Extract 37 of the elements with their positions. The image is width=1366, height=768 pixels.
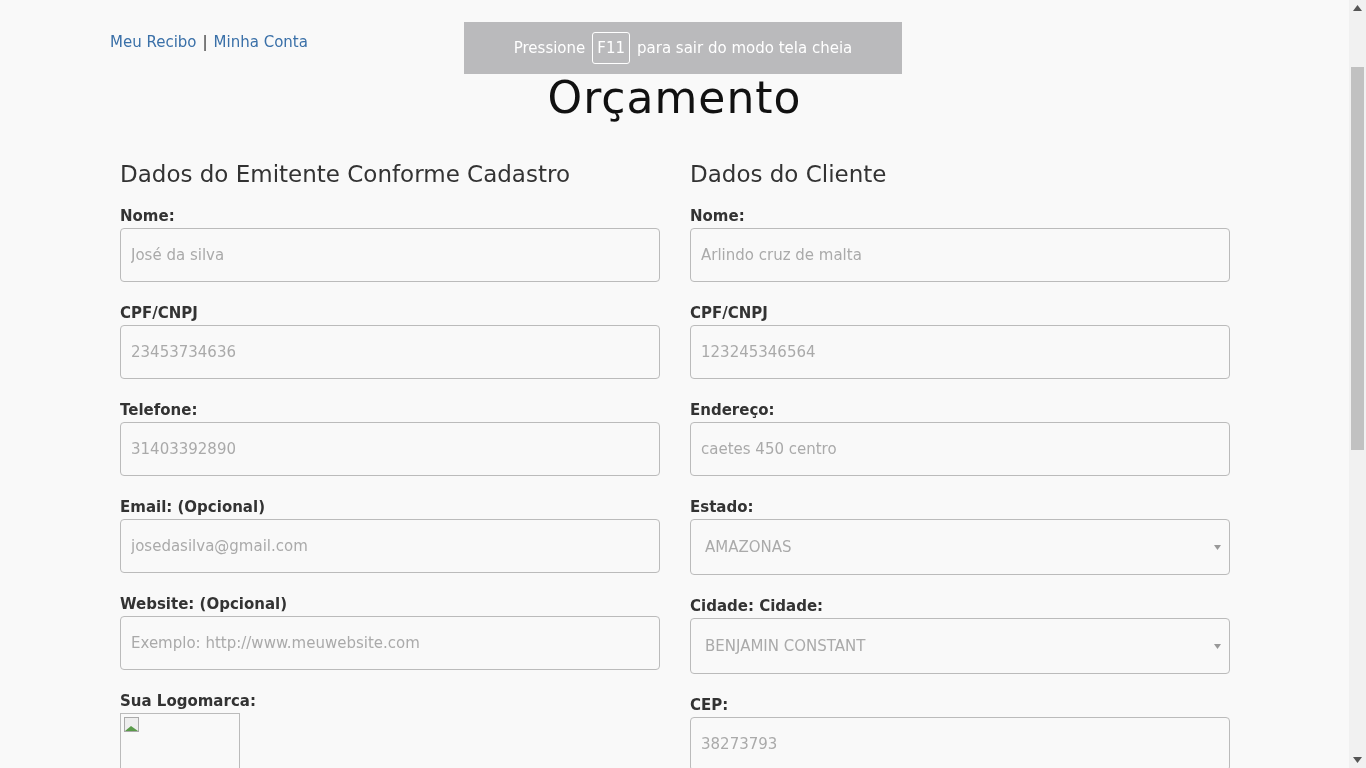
nav-link[interactable]: Meu Recibo xyxy=(110,33,197,51)
input-field[interactable]: 23453734636 xyxy=(120,325,660,379)
scrollbar[interactable] xyxy=(1349,0,1366,768)
field-label: Estado: xyxy=(690,498,755,516)
field-label: Nome: xyxy=(690,207,746,225)
broken-image-icon xyxy=(124,717,140,733)
field-label: CPF/CNPJ xyxy=(690,304,769,322)
field-label: Nome: xyxy=(120,207,176,225)
field-label: CPF/CNPJ xyxy=(120,304,199,322)
input-field[interactable]: 38273793 xyxy=(690,717,1230,768)
field-label: Email: (Opcional) xyxy=(120,498,266,516)
input-field[interactable]: 123245346564 xyxy=(690,325,1230,379)
nav-separator: | xyxy=(202,33,208,51)
section-heading: Dados do Cliente xyxy=(690,161,888,187)
caret-icon xyxy=(1214,643,1221,649)
scroll-up-arrow-icon[interactable] xyxy=(1353,5,1362,11)
field-label: Cidade: Cidade: xyxy=(690,597,825,615)
input-field[interactable]: José da silva xyxy=(120,228,660,282)
input-field[interactable]: josedasilva@gmail.com xyxy=(120,519,660,573)
section-heading: Dados do Emitente Conforme Cadastro xyxy=(120,161,571,187)
field-label: Endereço: xyxy=(690,401,776,419)
nav-link[interactable]: Minha Conta xyxy=(213,33,308,51)
input-field[interactable]: Exemplo: http://www.meuwebsite.com xyxy=(120,616,660,670)
page-title: Orçamento xyxy=(547,73,802,123)
field-label: Website: (Opcional) xyxy=(120,595,289,613)
input-field[interactable]: caetes 450 centro xyxy=(690,422,1230,476)
input-field[interactable]: 31403392890 xyxy=(120,422,660,476)
key-label: F11 xyxy=(592,32,630,64)
notice-text: para sair do modo tela cheia xyxy=(637,39,853,57)
field-label: Sua Logomarca: xyxy=(120,692,257,710)
input-field[interactable]: Arlindo cruz de malta xyxy=(690,228,1230,282)
field-label: Telefone: xyxy=(120,401,199,419)
notice-text: Pressione xyxy=(513,39,586,57)
scrollbar-thumb[interactable] xyxy=(1351,67,1364,450)
caret-icon xyxy=(1214,544,1221,550)
scroll-down-arrow-icon[interactable] xyxy=(1353,757,1362,763)
field-label: CEP: xyxy=(690,696,730,714)
